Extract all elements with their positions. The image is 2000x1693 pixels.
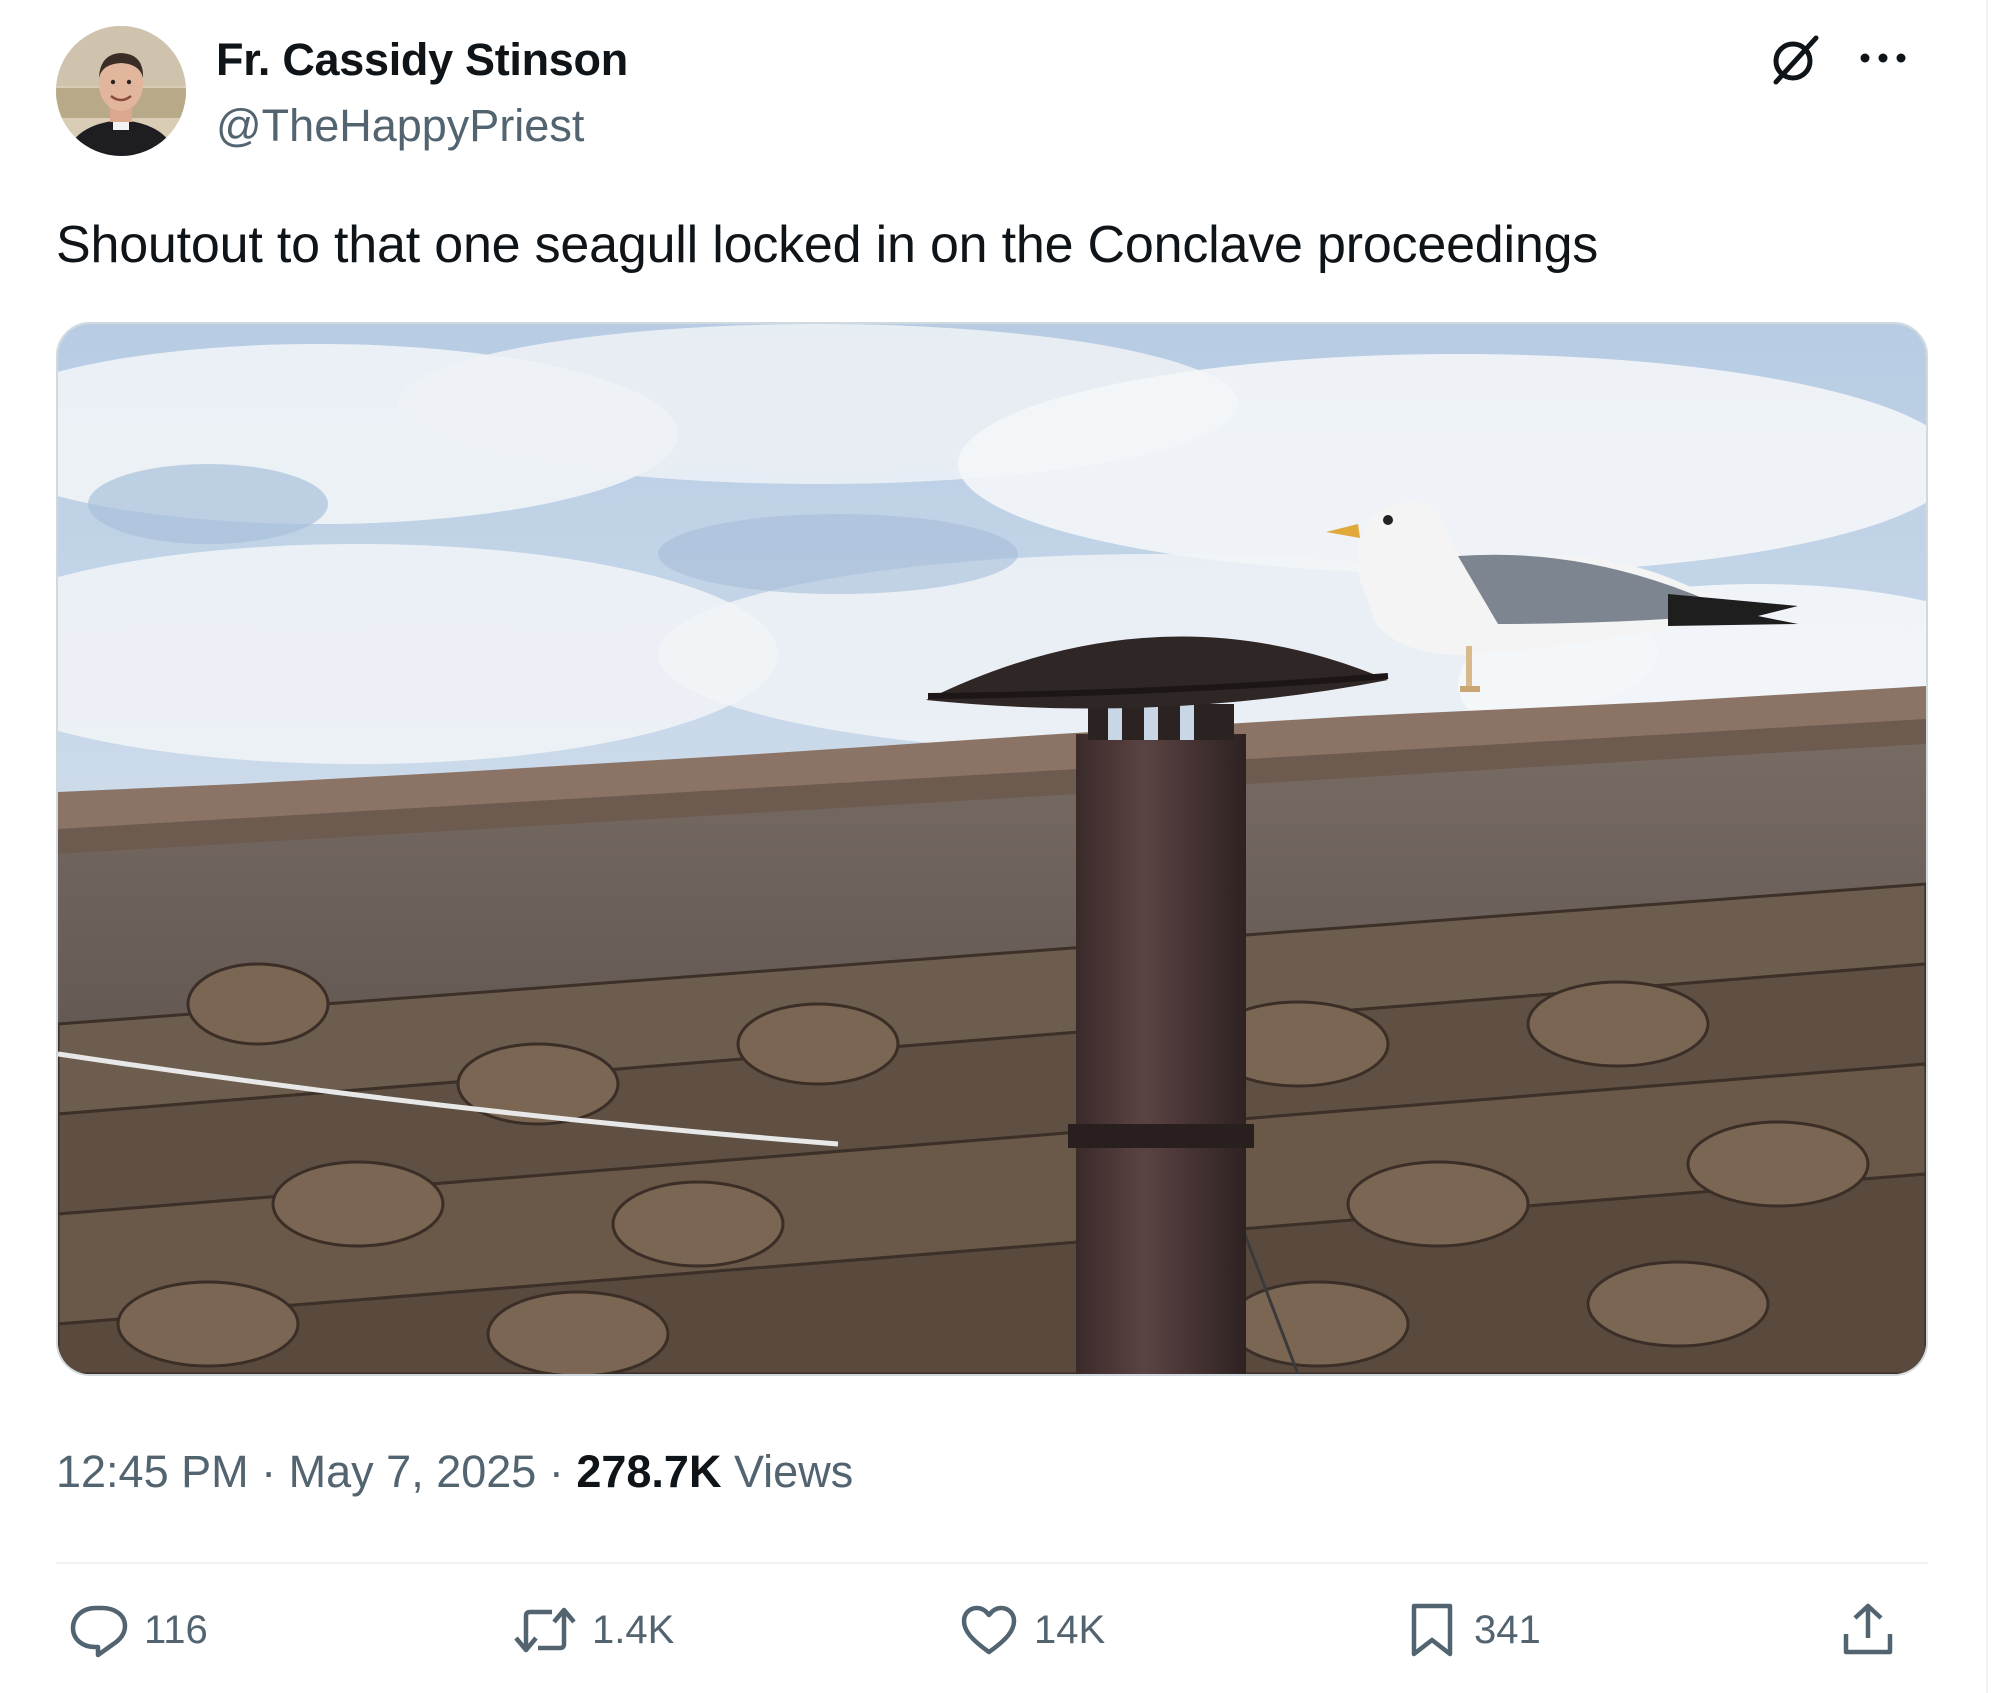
like-button[interactable]: 14K xyxy=(958,1600,1105,1660)
reply-button[interactable]: 116 xyxy=(68,1600,208,1660)
tweet-image[interactable] xyxy=(56,322,1928,1376)
tweet-meta: 12:45 PM · May 7, 2025 · 278.7K Views xyxy=(56,1446,853,1498)
like-count: 14K xyxy=(1034,1607,1106,1652)
meta-separator: · xyxy=(548,1446,564,1497)
reply-icon xyxy=(70,1605,128,1658)
author-avatar[interactable] xyxy=(56,26,186,156)
bookmark-icon xyxy=(1411,1603,1453,1657)
like-icon xyxy=(961,1605,1017,1655)
share-button[interactable] xyxy=(1840,1600,1896,1660)
retweet-icon xyxy=(514,1607,576,1653)
tweet-text: Shoutout to that one seagull locked in o… xyxy=(56,216,1599,274)
bookmark-button[interactable]: 341 xyxy=(1404,1600,1541,1660)
author-name[interactable]: Fr. Cassidy Stinson xyxy=(216,34,628,86)
tweet-date[interactable]: May 7, 2025 xyxy=(289,1446,537,1497)
share-icon xyxy=(1843,1603,1893,1655)
reply-count: 116 xyxy=(144,1607,208,1652)
author-handle[interactable]: @TheHappyPriest xyxy=(216,100,584,152)
meta-separator: · xyxy=(261,1446,277,1497)
views-count: 278.7K xyxy=(576,1446,722,1497)
avatar-image xyxy=(56,26,186,156)
bookmark-count: 341 xyxy=(1474,1607,1541,1652)
divider xyxy=(56,1562,1928,1564)
retweet-button[interactable]: 1.4K xyxy=(512,1600,674,1660)
retweet-count: 1.4K xyxy=(592,1607,675,1652)
grok-icon[interactable] xyxy=(1766,30,1824,88)
tweet-card: Fr. Cassidy Stinson @TheHappyPriest Shou… xyxy=(0,0,1988,1693)
views-label: Views xyxy=(733,1446,854,1497)
tweet-time[interactable]: 12:45 PM xyxy=(56,1446,249,1497)
more-icon[interactable] xyxy=(1856,38,1910,78)
